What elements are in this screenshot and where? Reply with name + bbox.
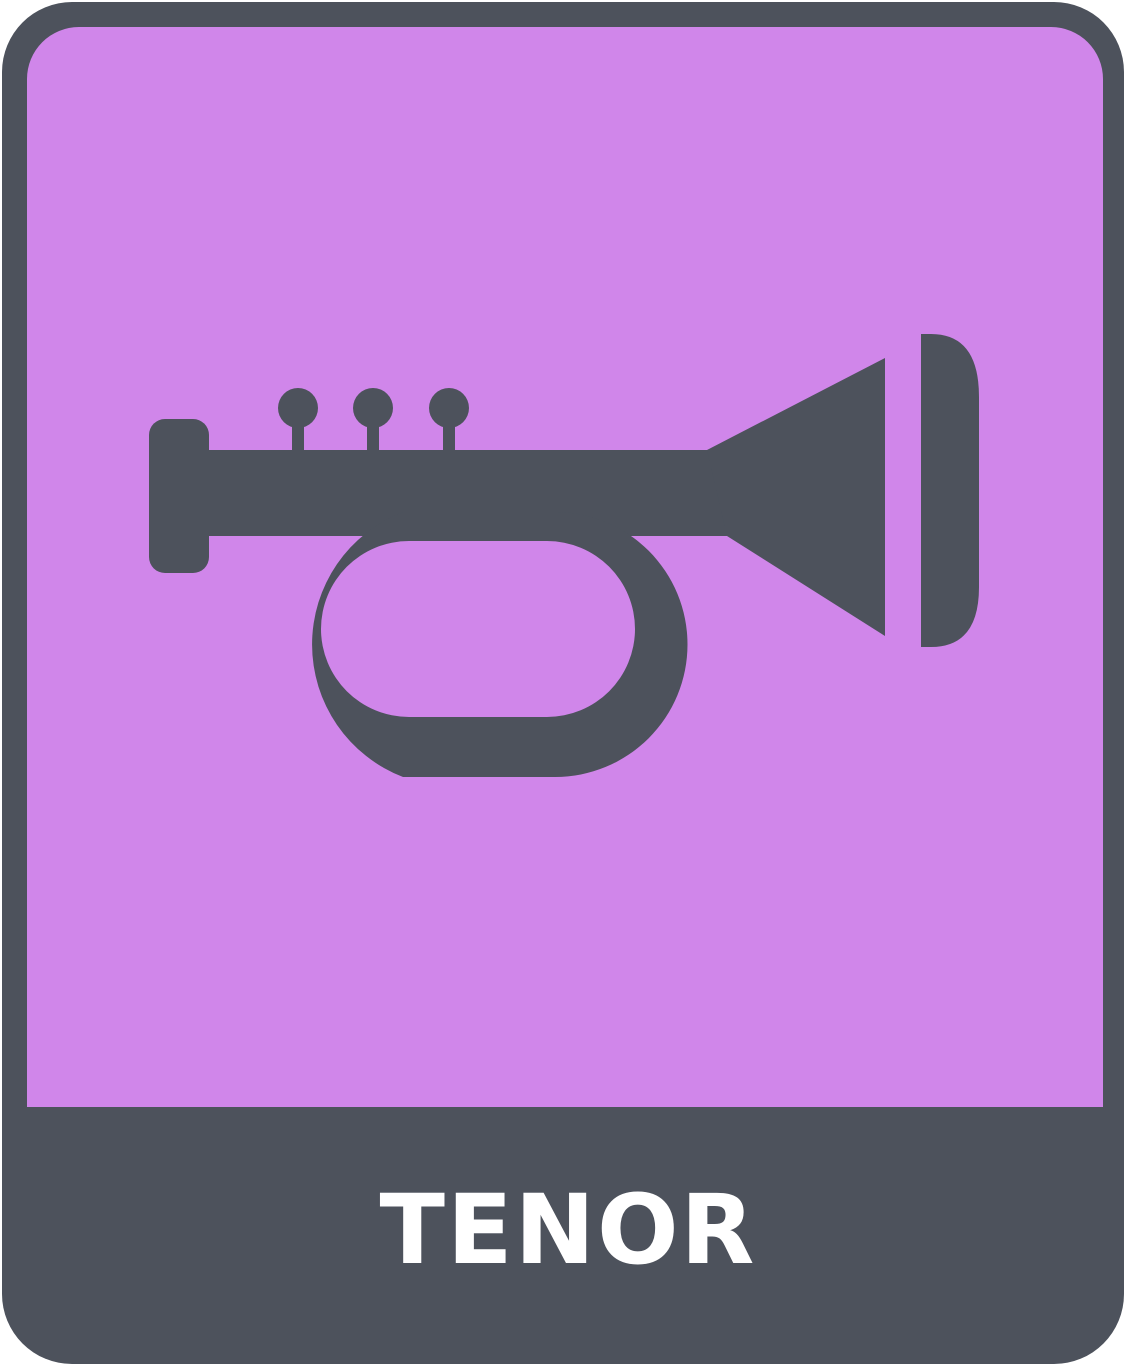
label-band: TENOR bbox=[2, 1108, 1124, 1364]
instrument-label: TENOR bbox=[379, 1174, 757, 1286]
icon-panel bbox=[27, 27, 1103, 1107]
instrument-card: TENOR bbox=[2, 2, 1124, 1364]
trumpet-icon bbox=[149, 334, 979, 777]
